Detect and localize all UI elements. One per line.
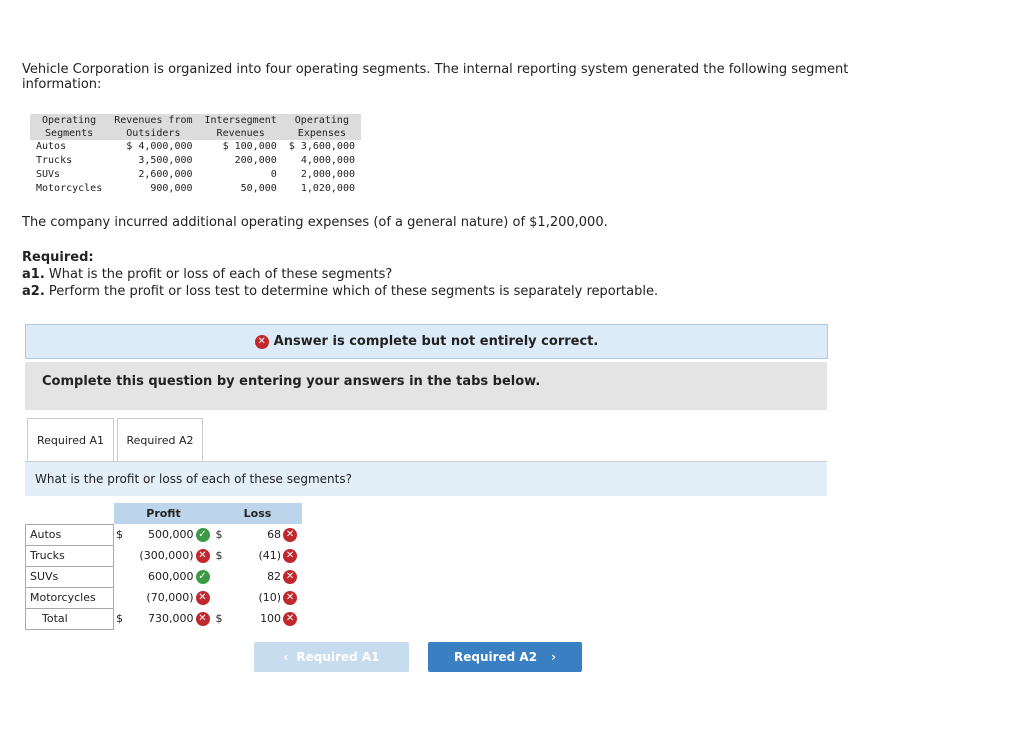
table-row: Motorcycles (70,000) ✕ (10) ✕: [25, 586, 302, 609]
col-header-loss: Loss: [213, 503, 302, 524]
table-row: Motorcycles 900,000 50,000 1,020,000: [36, 183, 355, 194]
table-row: SUVs 2,600,000 0 2,000,000: [36, 169, 355, 180]
incorrect-icon: ✕: [283, 528, 298, 542]
table-row: Autos $500,000 ✓ $68 ✕: [25, 523, 302, 546]
table-row: Total $730,000 ✕ $100 ✕: [25, 607, 302, 630]
prev-button[interactable]: ‹ Required A1: [254, 642, 409, 672]
table-row: Trucks (300,000) ✕ $ (41) ✕: [25, 544, 302, 567]
problem-intro: Vehicle Corporation is organized into fo…: [22, 62, 849, 92]
tab-required-a1[interactable]: Required A1: [27, 418, 114, 462]
profit-input[interactable]: 730,000: [128, 608, 196, 629]
chevron-right-icon: ›: [551, 650, 557, 664]
currency-symbol: $: [215, 528, 223, 541]
chevron-left-icon: ‹: [283, 650, 289, 664]
currency-symbol: $: [116, 528, 123, 541]
col-header-intersegment: Intersegment Revenues: [198, 114, 283, 140]
profit-input[interactable]: 600,000: [128, 566, 196, 587]
instruction-panel: Complete this question by entering your …: [25, 362, 827, 410]
row-label: Trucks: [25, 544, 114, 567]
segment-info-table: Operating Segments Revenues from Outsiders…: [30, 114, 361, 196]
currency-symbol: [114, 587, 128, 608]
table-row: SUVs 600,000 ✓ 82 ✕: [25, 565, 302, 588]
incorrect-icon: ✕: [195, 549, 210, 563]
loss-input[interactable]: 82: [228, 566, 283, 587]
check-icon: ✓: [195, 528, 210, 542]
incorrect-icon: ✕: [283, 549, 298, 563]
col-header-op-expenses: Operating Expenses: [282, 114, 361, 140]
table-row: Trucks 3,500,000 200,000 4,000,000: [36, 155, 355, 166]
currency-symbol: $: [215, 549, 223, 562]
currency-symbol: [114, 566, 128, 587]
col-header-segments: Operating Segments: [30, 114, 109, 140]
loss-input[interactable]: (41): [228, 545, 283, 566]
loss-input[interactable]: 100: [228, 608, 283, 629]
answer-table: Profit Loss Autos $500,000 ✓ $68 ✕ Trucks (300…: [25, 503, 302, 630]
tab-required-a2[interactable]: Required A2: [117, 418, 203, 462]
row-label: Autos: [25, 523, 114, 546]
incorrect-icon: ✕: [283, 591, 298, 605]
incorrect-icon: ✕: [254, 334, 269, 349]
loss-input[interactable]: 68: [228, 524, 283, 545]
table-row: Autos $ 4,000,000 $ 100,000 $ 3,600,000: [36, 141, 355, 152]
answer-status-banner: ✕ Answer is complete but not entirely co…: [25, 324, 828, 359]
currency-symbol: $: [116, 612, 123, 625]
row-label: Motorcycles: [25, 586, 114, 609]
profit-input[interactable]: 500,000: [128, 524, 196, 545]
currency-symbol: [214, 587, 228, 608]
requirement-a1: a1. What is the profit or loss of each o…: [22, 267, 393, 282]
col-header-revenues-outsiders: Revenues from Outsiders: [108, 114, 199, 140]
row-label: Total: [25, 607, 114, 630]
incorrect-icon: ✕: [283, 570, 298, 584]
col-header-profit: Profit: [113, 503, 214, 524]
incorrect-icon: ✕: [195, 612, 210, 626]
incorrect-icon: ✕: [283, 612, 298, 626]
currency-symbol: [114, 545, 128, 566]
profit-input[interactable]: (300,000): [128, 545, 196, 566]
next-button[interactable]: Required A2 ›: [428, 642, 582, 672]
currency-symbol: $: [215, 612, 223, 625]
row-label: SUVs: [25, 565, 114, 588]
incorrect-icon: ✕: [195, 591, 210, 605]
additional-expenses-text: The company incurred additional operatin…: [22, 215, 608, 230]
question-text: What is the profit or loss of each of th…: [25, 462, 827, 496]
requirement-a2: a2. Perform the profit or loss test to d…: [22, 284, 659, 299]
required-heading: Required:: [22, 250, 94, 265]
loss-input[interactable]: (10): [228, 587, 283, 608]
currency-symbol: [214, 566, 228, 587]
profit-input[interactable]: (70,000): [128, 587, 196, 608]
check-icon: ✓: [195, 570, 210, 584]
